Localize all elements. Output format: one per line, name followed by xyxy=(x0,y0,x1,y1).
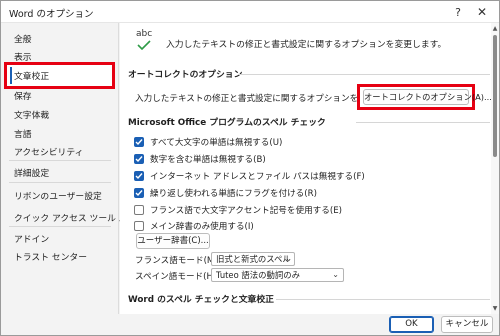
scrollbar-thumb[interactable] xyxy=(493,35,497,157)
sidebar-item-accessibility[interactable]: アクセシビリティ xyxy=(14,145,83,158)
checkmark-icon xyxy=(135,173,143,180)
option-ignore-internet-addresses[interactable]: インターネット アドレスとファイル パスは無視する(F) xyxy=(134,170,365,182)
dialog-footer: OK キャンセル xyxy=(1,314,499,335)
window-title: Word のオプション xyxy=(9,9,94,20)
ok-button[interactable]: OK xyxy=(389,316,434,333)
checkmark-icon xyxy=(137,40,151,50)
autocorrect-button-highlight: オートコレクトのオプション(A)... xyxy=(357,84,492,110)
sidebar-item-customize-ribbon[interactable]: リボンのユーザー設定 xyxy=(14,189,102,202)
option-label: インターネット アドレスとファイル パスは無視する(F) xyxy=(150,172,365,182)
vertical-scrollbar[interactable]: ▲ ▼ xyxy=(491,23,499,314)
word-options-dialog: Word のオプション ? ✕ 全般 表示 文章校正 保存 文字体裁 言語 アク… xyxy=(0,0,500,336)
checkbox-checked[interactable] xyxy=(134,171,144,181)
option-ignore-numbers[interactable]: 数字を含む単語は無視する(B) xyxy=(134,153,266,165)
sidebar-item-language[interactable]: 言語 xyxy=(14,127,32,140)
help-button[interactable]: ? xyxy=(447,3,469,21)
spanish-modes-select[interactable]: Tuteo 語法の動詞のみ ⌄ xyxy=(211,268,344,282)
option-label: すべて大文字の単語は無視する(U) xyxy=(150,138,283,148)
french-modes-label: フランス語モード(M): xyxy=(135,256,221,266)
proofing-panel: abc 入力したテキストの修正と書式設定に関するオプションを変更します。 オート… xyxy=(120,23,499,314)
french-modes-select[interactable]: 旧式と新式のスペル ⌄ xyxy=(211,252,295,266)
sidebar-item-general[interactable]: 全般 xyxy=(14,32,32,45)
french-modes-value: 旧式と新式のスペル xyxy=(216,254,291,264)
section-divider xyxy=(276,299,490,300)
spell-section-title: Microsoft Office プログラムのスペル チェック xyxy=(128,118,326,128)
scroll-down-icon[interactable]: ▼ xyxy=(491,305,499,312)
checkmark-icon xyxy=(135,190,143,197)
title-bar: Word のオプション ? ✕ xyxy=(1,1,499,23)
sidebar-divider xyxy=(9,160,111,161)
checkmark-icon xyxy=(135,156,143,163)
checkbox-checked[interactable] xyxy=(134,154,144,164)
sidebar-item-display[interactable]: 表示 xyxy=(14,50,32,63)
chevron-down-icon: ⌄ xyxy=(283,254,290,263)
chevron-down-icon: ⌄ xyxy=(332,270,339,279)
option-flag-repeated-words[interactable]: 繰り返し使われる単語にフラグを付ける(R) xyxy=(134,187,317,199)
custom-dictionaries-button[interactable]: ユーザー辞書(C)... xyxy=(136,233,210,249)
sidebar-item-trust-center[interactable]: トラスト センター xyxy=(14,250,87,263)
option-ignore-uppercase[interactable]: すべて大文字の単語は無視する(U) xyxy=(134,136,282,148)
word-proofing-section-title: Word のスペル チェックと文章校正 xyxy=(128,295,274,305)
cancel-button[interactable]: キャンセル xyxy=(441,316,493,333)
spanish-modes-value: Tuteo 語法の動詞のみ xyxy=(216,270,300,280)
icon-abc-text: abc xyxy=(136,29,153,39)
sidebar-item-save[interactable]: 保存 xyxy=(14,89,32,102)
scroll-up-icon[interactable]: ▲ xyxy=(491,25,499,32)
options-sidebar: 全般 表示 文章校正 保存 文字体裁 言語 アクセシビリティ 詳細設定 リボンの… xyxy=(1,23,136,314)
option-label: 数字を含む単語は無視する(B) xyxy=(150,155,266,165)
sidebar-item-proofing[interactable]: 文章校正 xyxy=(14,69,49,82)
section-divider xyxy=(356,122,490,123)
sidebar-item-quick-access-toolbar[interactable]: クイック アクセス ツール バー xyxy=(14,211,136,224)
sidebar-item-addins[interactable]: アドイン xyxy=(14,232,49,245)
section-divider xyxy=(238,74,490,75)
checkbox-checked[interactable] xyxy=(134,137,144,147)
selection-indicator xyxy=(10,67,12,84)
sidebar-item-typography[interactable]: 文字体裁 xyxy=(14,108,49,121)
close-button[interactable]: ✕ xyxy=(471,3,493,21)
autocorrect-options-button[interactable]: オートコレクトのオプション(A)... xyxy=(363,89,492,105)
option-main-dictionary-only[interactable]: メイン辞書のみ使用する(I) xyxy=(134,220,254,232)
spanish-modes-label: スペイン語モード(H): xyxy=(135,272,220,282)
checkbox-unchecked[interactable] xyxy=(134,221,144,231)
option-label: フランス語で大文字アクセント記号を使用する(E) xyxy=(150,206,343,216)
proofing-abc-icon: abc xyxy=(134,29,156,51)
sidebar-divider xyxy=(9,226,111,227)
option-french-accented-uppercase[interactable]: フランス語で大文字アクセント記号を使用する(E) xyxy=(134,204,342,216)
option-label: 繰り返し使われる単語にフラグを付ける(R) xyxy=(150,189,317,199)
checkmark-icon xyxy=(135,139,143,146)
checkbox-unchecked[interactable] xyxy=(134,205,144,215)
panel-intro: 入力したテキストの修正と書式設定に関するオプションを変更します。 xyxy=(166,40,447,50)
sidebar-item-advanced[interactable]: 詳細設定 xyxy=(14,166,49,179)
checkbox-checked[interactable] xyxy=(134,188,144,198)
autocorrect-section-title: オートコレクトのオプション xyxy=(128,70,243,80)
option-label: メイン辞書のみ使用する(I) xyxy=(150,222,254,232)
sidebar-divider xyxy=(9,182,111,183)
